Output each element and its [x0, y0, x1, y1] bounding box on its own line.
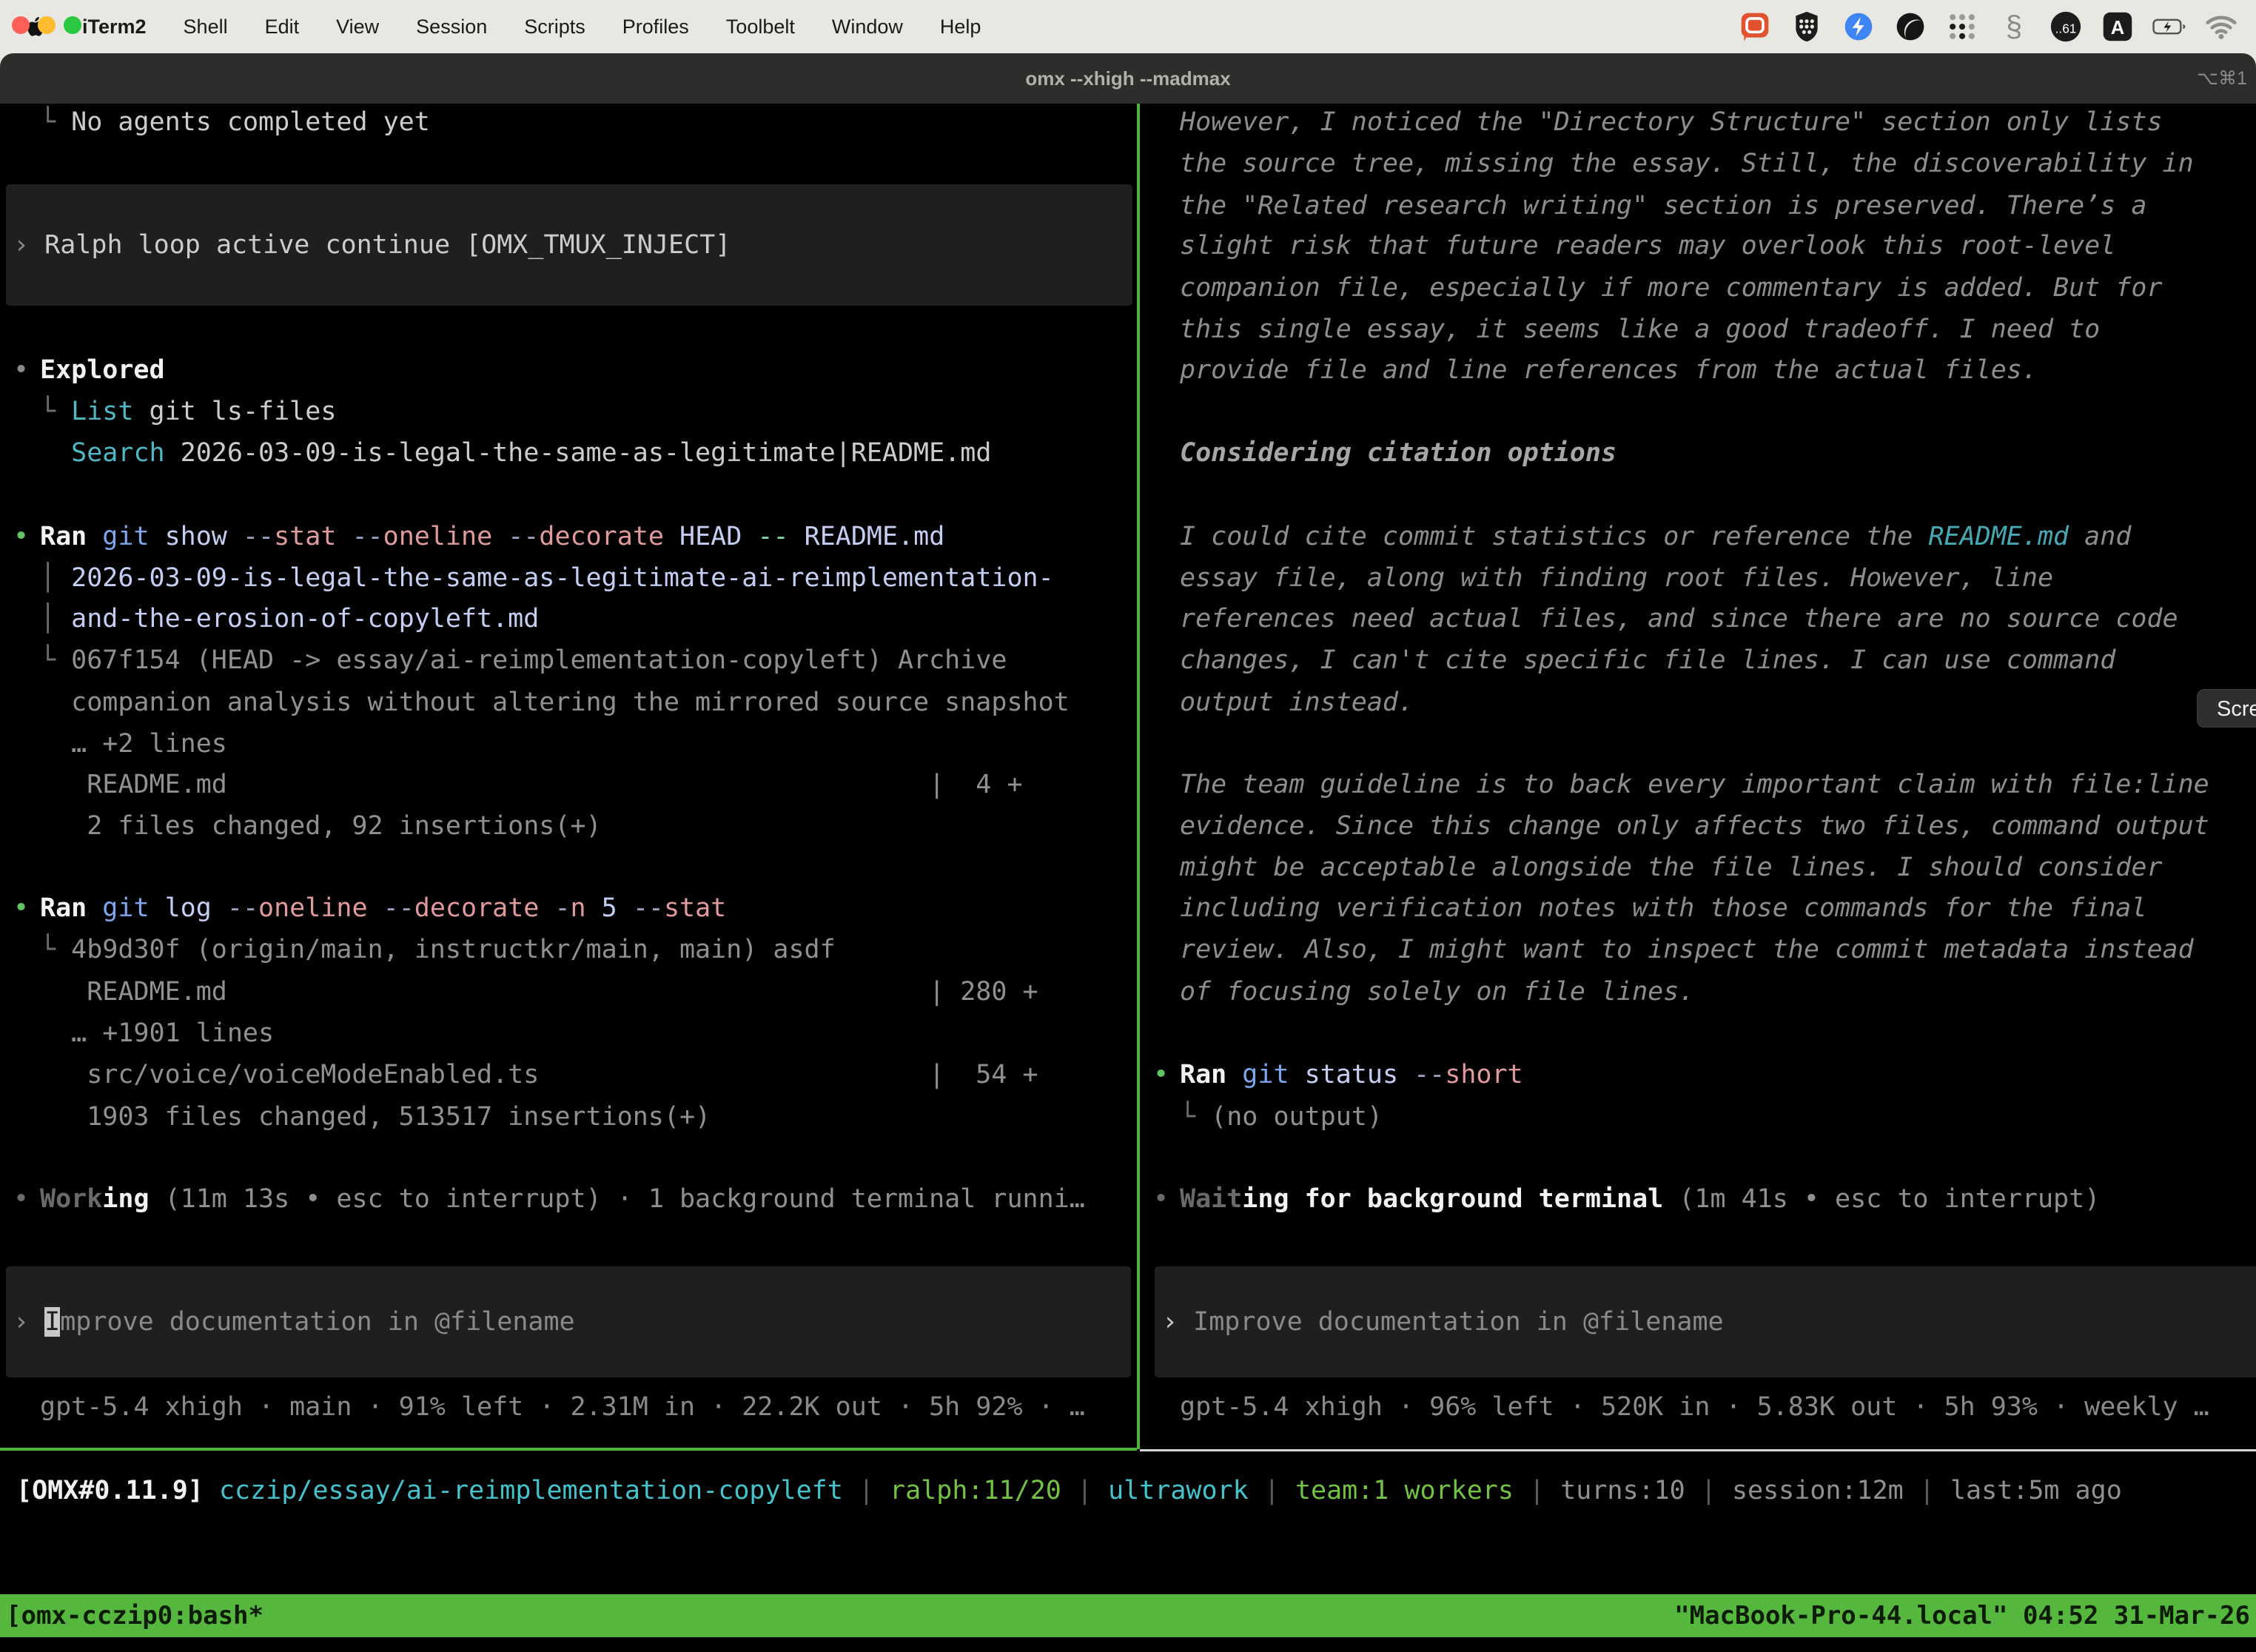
tmux-status-bar: [omx-cczip0:bash* "MacBook-Pro-44.local"…: [0, 1594, 2256, 1637]
prompt-input-right[interactable]: › Improve documentation in @filename: [1155, 1266, 2256, 1377]
shield-grid-icon[interactable]: [1790, 10, 1824, 44]
crescent-circle-icon[interactable]: [1893, 10, 1927, 44]
prompt-input-left[interactable]: › Improve documentation in @filename: [6, 1266, 1131, 1377]
menu-item-view[interactable]: View: [318, 16, 397, 38]
window-title: omx --xhigh --madmax: [0, 53, 2256, 104]
chat-bubble-icon[interactable]: [1738, 10, 1772, 44]
battery-icon[interactable]: [2152, 10, 2186, 44]
menu-items: iTerm2ShellEditViewSessionScriptsProfile…: [64, 16, 999, 38]
section-squiggle-icon[interactable]: §: [1997, 10, 2031, 44]
zoom-button[interactable]: [64, 16, 81, 34]
omx-status-bar: [OMX#0.11.9] cczip/essay/ai-reimplementa…: [16, 1470, 2122, 1511]
tmux-host-clock-label: "MacBook-Pro-44.local" 04:52 31-Mar-26: [1674, 1601, 2250, 1631]
menu-item-help[interactable]: Help: [921, 16, 1000, 38]
menu-item-shell[interactable]: Shell: [165, 16, 246, 38]
right-pane-bottom-border: [1140, 1449, 2256, 1451]
menu-item-scripts[interactable]: Scripts: [506, 16, 604, 38]
menu-item-window[interactable]: Window: [813, 16, 921, 38]
circle-61-badge-icon[interactable]: ..61: [2049, 10, 2083, 44]
menu-item-edit[interactable]: Edit: [246, 16, 318, 38]
wifi-icon[interactable]: [2204, 10, 2238, 44]
badge-61-text: ..61: [2055, 21, 2077, 36]
macos-menu-bar: iTerm2ShellEditViewSessionScriptsProfile…: [0, 0, 2256, 53]
letter-a-icon[interactable]: A: [2101, 10, 2135, 44]
window-shortcut-label: ⌥⌘1: [2197, 53, 2247, 104]
left-pane-bottom-border: [0, 1448, 1137, 1451]
menu-status-icons: § ..61 A: [1738, 10, 2256, 44]
pane-divider-vertical[interactable]: [1137, 104, 1140, 1449]
screen: iTerm2ShellEditViewSessionScriptsProfile…: [0, 0, 2256, 1652]
menu-item-profiles[interactable]: Profiles: [604, 16, 708, 38]
tmux-session-label: [omx-cczip0:bash*: [6, 1601, 263, 1631]
ralph-loop-banner: › Ralph loop active continue [OMX_TMUX_I…: [6, 184, 1132, 306]
menu-item-toolbelt[interactable]: Toolbelt: [708, 16, 813, 38]
minimize-button[interactable]: [38, 16, 56, 34]
screen-overlay-tooltip: Scre: [2197, 689, 2256, 728]
menu-item-session[interactable]: Session: [397, 16, 506, 38]
menu-left: iTerm2ShellEditViewSessionScriptsProfile…: [0, 15, 999, 38]
svg-text:A: A: [2111, 18, 2125, 38]
blue-bolt-icon[interactable]: [1842, 10, 1876, 44]
terminal-background: [0, 104, 2256, 1652]
dots-grid-icon[interactable]: [1945, 10, 1979, 44]
close-button[interactable]: [12, 16, 30, 34]
